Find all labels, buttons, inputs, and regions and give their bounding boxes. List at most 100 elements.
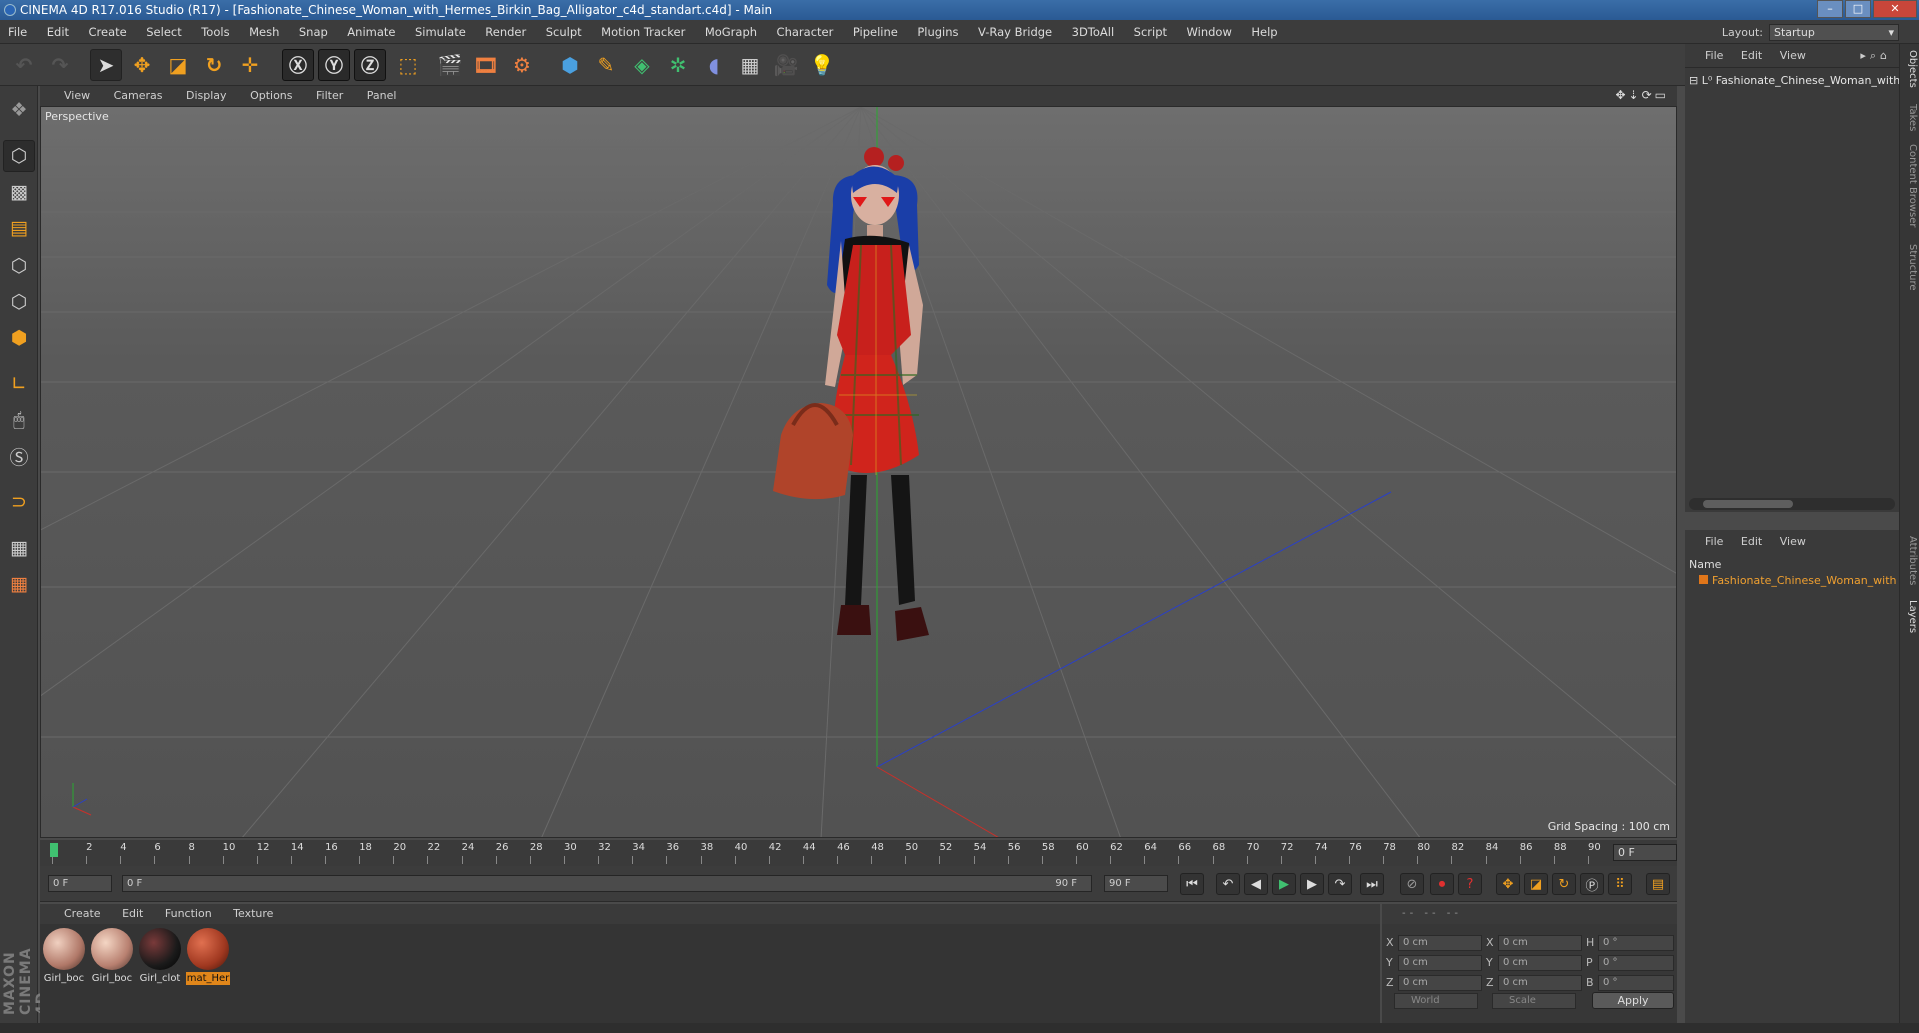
- coordinate-space-dropdown[interactable]: World: [1394, 993, 1478, 1009]
- autokeying-icon[interactable]: ?: [1458, 873, 1482, 895]
- playhead-marker[interactable]: [50, 843, 58, 857]
- end-frame-field[interactable]: 90 F: [1104, 875, 1168, 892]
- viewport-navigation-icons[interactable]: ✥⇣⟳▭: [1615, 88, 1669, 102]
- size-y-field[interactable]: 0 cm: [1498, 955, 1582, 971]
- locked-workplane-icon[interactable]: ▦: [3, 532, 35, 564]
- menu-sculpt[interactable]: Sculpt: [538, 20, 590, 44]
- coordinate-mode-dropdown[interactable]: Scale: [1492, 993, 1576, 1009]
- viewport-menu-view[interactable]: View: [40, 86, 100, 106]
- start-frame-field[interactable]: 0 F: [48, 875, 112, 892]
- previous-frame-icon[interactable]: ◀: [1244, 873, 1268, 895]
- timeline-ruler[interactable]: 0246810121416182022242628303234363840424…: [40, 840, 1677, 866]
- tab-content-browser[interactable]: Content Browser: [1902, 144, 1918, 227]
- menu-create[interactable]: Create: [81, 20, 135, 44]
- menu-render[interactable]: Render: [477, 20, 534, 44]
- menu-snap[interactable]: Snap: [291, 20, 336, 44]
- material-menu-function[interactable]: Function: [156, 904, 221, 924]
- floor-scene-icon[interactable]: ▦: [734, 49, 766, 81]
- make-editable-icon[interactable]: ❖: [3, 94, 35, 126]
- viewport-menu-filter[interactable]: Filter: [306, 86, 353, 106]
- material-menu-edit[interactable]: Edit: [113, 904, 152, 924]
- points-mode-icon[interactable]: ⬡: [3, 250, 35, 282]
- coordinate-system-icon[interactable]: ⬚: [392, 49, 424, 81]
- menu-window[interactable]: Window: [1179, 20, 1240, 44]
- key-position-icon[interactable]: ✥: [1496, 873, 1520, 895]
- cube-primitive-icon[interactable]: ⬢: [554, 49, 586, 81]
- material-swatch[interactable]: Girl_clot: [138, 928, 182, 985]
- deformer-icon[interactable]: ◖: [698, 49, 730, 81]
- tab-structure[interactable]: Structure: [1902, 244, 1918, 291]
- motion-path-icon[interactable]: ⊘: [1400, 873, 1424, 895]
- timeline-window-icon[interactable]: ▤: [1646, 873, 1670, 895]
- tweak-mode-icon[interactable]: 🖱: [3, 404, 35, 436]
- menu-help[interactable]: Help: [1243, 20, 1285, 44]
- texture-mode-icon[interactable]: ▩: [3, 176, 35, 208]
- object-manager-search-icon[interactable]: ▸⌕⌂: [1860, 44, 1891, 68]
- key-rotation-icon[interactable]: ↻: [1552, 873, 1576, 895]
- tab-attributes[interactable]: Attributes: [1902, 536, 1918, 585]
- object-menu-file[interactable]: File: [1685, 44, 1730, 68]
- tab-objects[interactable]: Objects: [1902, 50, 1918, 88]
- object-tree-item[interactable]: ⊟ L⁰ Fashionate_Chinese_Woman_with_: [1689, 74, 1906, 87]
- menu-animate[interactable]: Animate: [339, 20, 403, 44]
- menu-plugins[interactable]: Plugins: [909, 20, 966, 44]
- menu-script[interactable]: Script: [1126, 20, 1175, 44]
- material-menu-create[interactable]: Create: [40, 904, 110, 924]
- planar-workplane-icon[interactable]: ▦: [3, 568, 35, 600]
- rotation-p-field[interactable]: 0 °: [1598, 955, 1674, 971]
- object-horizontal-scrollbar[interactable]: [1689, 498, 1895, 510]
- menu-motion-tracker[interactable]: Motion Tracker: [593, 20, 693, 44]
- menu-simulate[interactable]: Simulate: [407, 20, 474, 44]
- position-z-field[interactable]: 0 cm: [1398, 975, 1482, 991]
- magnet-icon[interactable]: ⊃: [3, 486, 35, 518]
- subdivision-generator-icon[interactable]: ◈: [626, 49, 658, 81]
- material-swatch-selected[interactable]: mat_Her: [186, 928, 230, 985]
- light-icon[interactable]: 💡: [806, 49, 838, 81]
- render-view-icon[interactable]: 🎬: [434, 49, 466, 81]
- polygons-mode-icon[interactable]: ⬢: [3, 322, 35, 354]
- menu-mesh[interactable]: Mesh: [241, 20, 287, 44]
- previous-key-icon[interactable]: ↶: [1216, 873, 1240, 895]
- play-forward-icon[interactable]: ▶: [1272, 873, 1296, 895]
- size-z-field[interactable]: 0 cm: [1498, 975, 1582, 991]
- frame-range-slider[interactable]: 0 F 90 F: [122, 875, 1092, 892]
- key-scale-icon[interactable]: ◪: [1524, 873, 1548, 895]
- size-x-field[interactable]: 0 cm: [1498, 935, 1582, 951]
- viewport-menu-display[interactable]: Display: [176, 86, 237, 106]
- position-y-field[interactable]: 0 cm: [1398, 955, 1482, 971]
- position-x-field[interactable]: 0 cm: [1398, 935, 1482, 951]
- record-keys-icon[interactable]: ⏺: [1430, 873, 1454, 895]
- menu-tools[interactable]: Tools: [193, 20, 237, 44]
- object-menu-edit[interactable]: Edit: [1734, 44, 1769, 68]
- key-parameter-icon[interactable]: Ⓟ: [1580, 873, 1604, 895]
- render-picture-viewer-icon[interactable]: 🎞: [470, 49, 502, 81]
- go-to-start-icon[interactable]: ⏮: [1180, 873, 1204, 895]
- timeline-current-frame[interactable]: 0 F: [1613, 844, 1677, 861]
- layer-menu-edit[interactable]: Edit: [1734, 530, 1769, 554]
- object-menu-view[interactable]: View: [1773, 44, 1813, 68]
- select-arrow-icon[interactable]: ➤: [90, 49, 122, 81]
- material-swatch[interactable]: Girl_boc: [90, 928, 134, 985]
- material-swatch[interactable]: Girl_boc: [42, 928, 86, 985]
- render-settings-icon[interactable]: ⚙: [506, 49, 538, 81]
- perspective-viewport[interactable]: Perspective Grid Spacing : 100 cm: [40, 106, 1677, 838]
- model-mode-icon[interactable]: ⬡: [3, 140, 35, 172]
- mograph-cloner-icon[interactable]: ✲: [662, 49, 694, 81]
- layer-item[interactable]: Fashionate_Chinese_Woman_with: [1689, 574, 1897, 587]
- menu-3dtoall[interactable]: 3DToAll: [1064, 20, 1123, 44]
- menu-character[interactable]: Character: [769, 20, 842, 44]
- apply-button[interactable]: Apply: [1592, 992, 1674, 1009]
- layer-menu-file[interactable]: File: [1685, 530, 1730, 554]
- rotation-h-field[interactable]: 0 °: [1598, 935, 1674, 951]
- scale-tool-icon[interactable]: ◪: [162, 49, 194, 81]
- layer-menu-view[interactable]: View: [1773, 530, 1813, 554]
- tab-takes[interactable]: Takes: [1902, 104, 1918, 131]
- tab-layers[interactable]: Layers: [1902, 600, 1918, 633]
- key-pla-icon[interactable]: ⠿: [1608, 873, 1632, 895]
- rotation-b-field[interactable]: 0 °: [1598, 975, 1674, 991]
- go-to-end-icon[interactable]: ⏭: [1360, 873, 1384, 895]
- menu-mograph[interactable]: MoGraph: [697, 20, 765, 44]
- redo-icon[interactable]: ↷: [44, 49, 76, 81]
- maximize-button[interactable]: □: [1845, 0, 1871, 18]
- workplane-mode-icon[interactable]: ▤: [3, 212, 35, 244]
